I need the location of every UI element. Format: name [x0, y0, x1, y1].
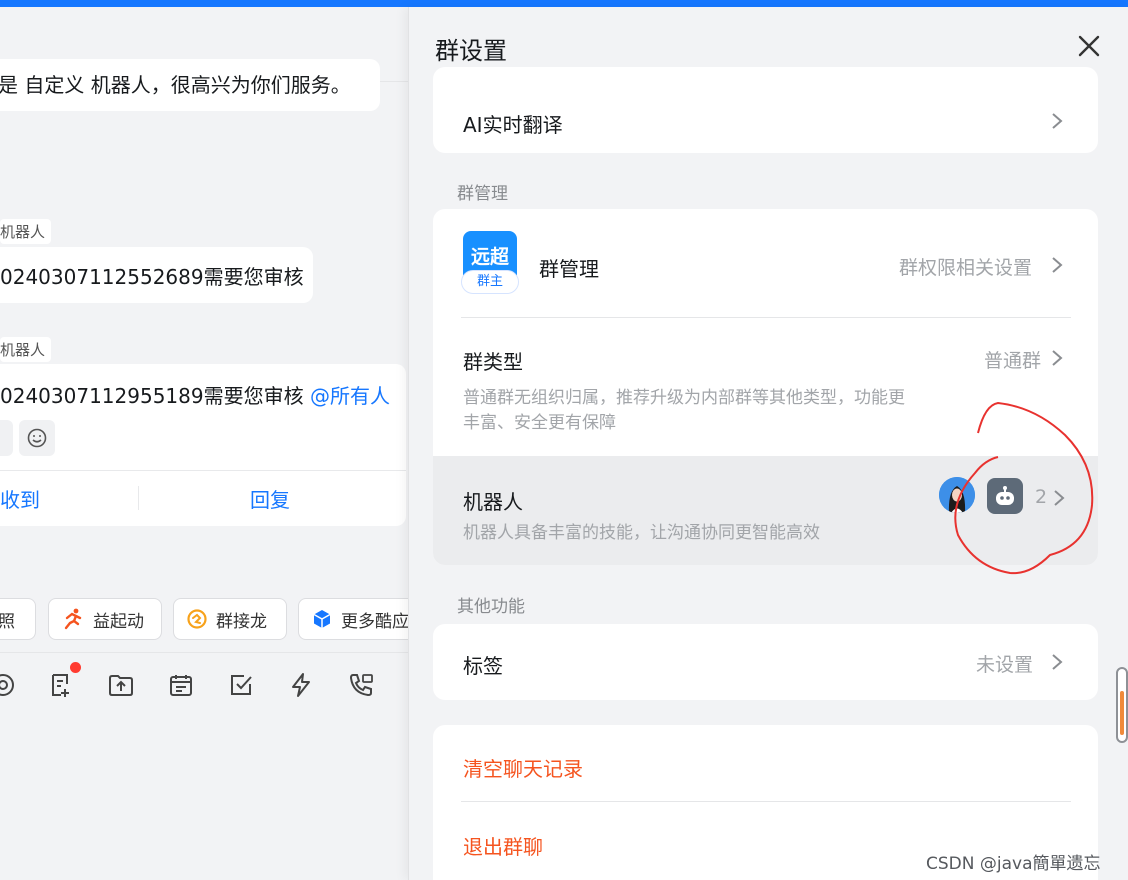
chevron-right-icon[interactable] — [1050, 255, 1064, 275]
message-bubble[interactable]: 0240307112552689需要您审核 — [0, 247, 313, 303]
card-text: 0240307112955189需要您审核 @所有人 — [0, 380, 390, 409]
top-accent-bar — [0, 0, 1128, 7]
quick-action-label: 益起动 — [93, 611, 144, 632]
close-icon[interactable] — [1075, 32, 1103, 60]
robot-label: 机器人 — [463, 490, 523, 514]
robot-avatar-person — [939, 477, 975, 513]
robot-icon — [987, 478, 1023, 514]
quick-action-yiqidong[interactable]: 益起动 — [48, 598, 162, 640]
calendar-icon[interactable] — [166, 670, 196, 700]
message-text: 0240307112552689需要您审核 — [0, 265, 304, 289]
reaction-button[interactable] — [0, 420, 13, 456]
leave-group-button[interactable]: 退出群聊 — [463, 831, 543, 860]
group-settings-panel: 群设置 AI实时翻译 群管理 远超 群主 群管理 群权限相关设置 群类型 普通群… — [408, 7, 1128, 880]
row-divider — [461, 317, 1071, 318]
runner-icon — [64, 608, 82, 630]
robot-row[interactable]: 机器人 机器人具备丰富的技能，让沟通协同更智能高效 2 — [433, 456, 1098, 565]
note-icon[interactable] — [46, 670, 76, 700]
approval-card: 0240307112955189需要您审核 @所有人 收到 回复 — [0, 364, 406, 526]
section-label-other: 其他功能 — [457, 597, 525, 617]
mention-all-link[interactable]: @所有人 — [310, 384, 390, 408]
group-permission-value[interactable]: 群权限相关设置 — [899, 253, 1032, 280]
quick-action-label: 拍照 — [0, 611, 15, 632]
received-button[interactable]: 收到 — [0, 484, 40, 513]
description-line: 丰富、安全更有保障 — [463, 413, 616, 433]
robot-description: 机器人具备丰富的技能，让沟通协同更智能高效 — [463, 523, 820, 543]
chevron-right-icon — [1052, 654, 1063, 670]
watermark: CSDN @java簡單遗忘 — [926, 854, 1101, 874]
upload-icon[interactable] — [106, 670, 136, 700]
tags-label: 标签 — [463, 654, 503, 678]
sender-tag: 机器人 — [0, 219, 52, 244]
group-type-description: 普通群无组织归属，推荐升级为内部群等其他类型，功能更 丰富、安全更有保障 — [463, 386, 905, 436]
message-bubble[interactable]: 是 自定义 机器人，很高兴为你们服务。 — [0, 59, 380, 111]
reply-button[interactable]: 回复 — [250, 484, 290, 513]
group-type-value[interactable]: 普通群 — [984, 346, 1041, 373]
sender-tag: 机器人 — [0, 337, 52, 362]
bolt-icon[interactable] — [286, 670, 316, 700]
phone-icon[interactable] — [346, 670, 376, 700]
owner-badge: 群主 — [461, 270, 519, 294]
quick-action-label: 更多酷应 — [341, 611, 408, 632]
ai-translate-label: AI实时翻译 — [463, 113, 563, 137]
quick-action-label: 群接龙 — [216, 611, 267, 632]
emoji-icon — [27, 428, 47, 448]
card-message: 0240307112955189需要您审核 — [0, 384, 310, 408]
cube-icon — [313, 610, 331, 628]
group-manage-section: 远超 群主 群管理 群权限相关设置 群类型 普通群 普通群无组织归属，推荐升级为… — [433, 209, 1098, 565]
toolbar-divider — [0, 652, 408, 653]
ai-translate-row[interactable]: AI实时翻译 — [433, 67, 1098, 153]
quick-action-photo[interactable]: 拍照 — [0, 598, 36, 640]
quick-action-more-apps[interactable]: 更多酷应 — [298, 598, 408, 640]
panel-title: 群设置 — [435, 37, 507, 65]
group-avatar: 远超 群主 — [461, 231, 519, 295]
message-text: 是 自定义 机器人，很高兴为你们服务。 — [0, 73, 351, 97]
group-type-label[interactable]: 群类型 — [463, 346, 523, 375]
emoji-reaction-button[interactable] — [19, 420, 55, 456]
tags-row[interactable]: 标签 未设置 — [433, 624, 1098, 700]
row-divider — [461, 801, 1071, 802]
clear-history-button[interactable]: 清空聊天记录 — [463, 753, 583, 782]
section-label-group-manage: 群管理 — [457, 184, 508, 204]
notification-dot — [70, 662, 81, 673]
tags-value: 未设置 — [976, 654, 1034, 676]
chevron-right-icon — [1052, 113, 1063, 129]
robot-count: 2 — [1035, 486, 1048, 508]
chevron-right-icon — [1054, 490, 1065, 506]
at-icon[interactable] — [0, 670, 18, 700]
description-line: 普通群无组织归属，推荐升级为内部群等其他类型，功能更 — [463, 388, 905, 408]
check-icon[interactable] — [226, 670, 256, 700]
quick-action-jielong[interactable]: 群接龙 — [173, 598, 287, 640]
scrollbar[interactable] — [1116, 667, 1128, 743]
jielong-icon — [187, 609, 207, 629]
card-button-divider — [138, 486, 139, 510]
chevron-right-icon[interactable] — [1050, 348, 1064, 368]
chat-area: 是 自定义 机器人，很高兴为你们服务。 机器人 0240307112552689… — [0, 7, 408, 880]
scrollbar-thumb[interactable] — [1120, 691, 1124, 735]
card-divider — [0, 470, 406, 471]
group-manage-label[interactable]: 群管理 — [539, 253, 599, 282]
